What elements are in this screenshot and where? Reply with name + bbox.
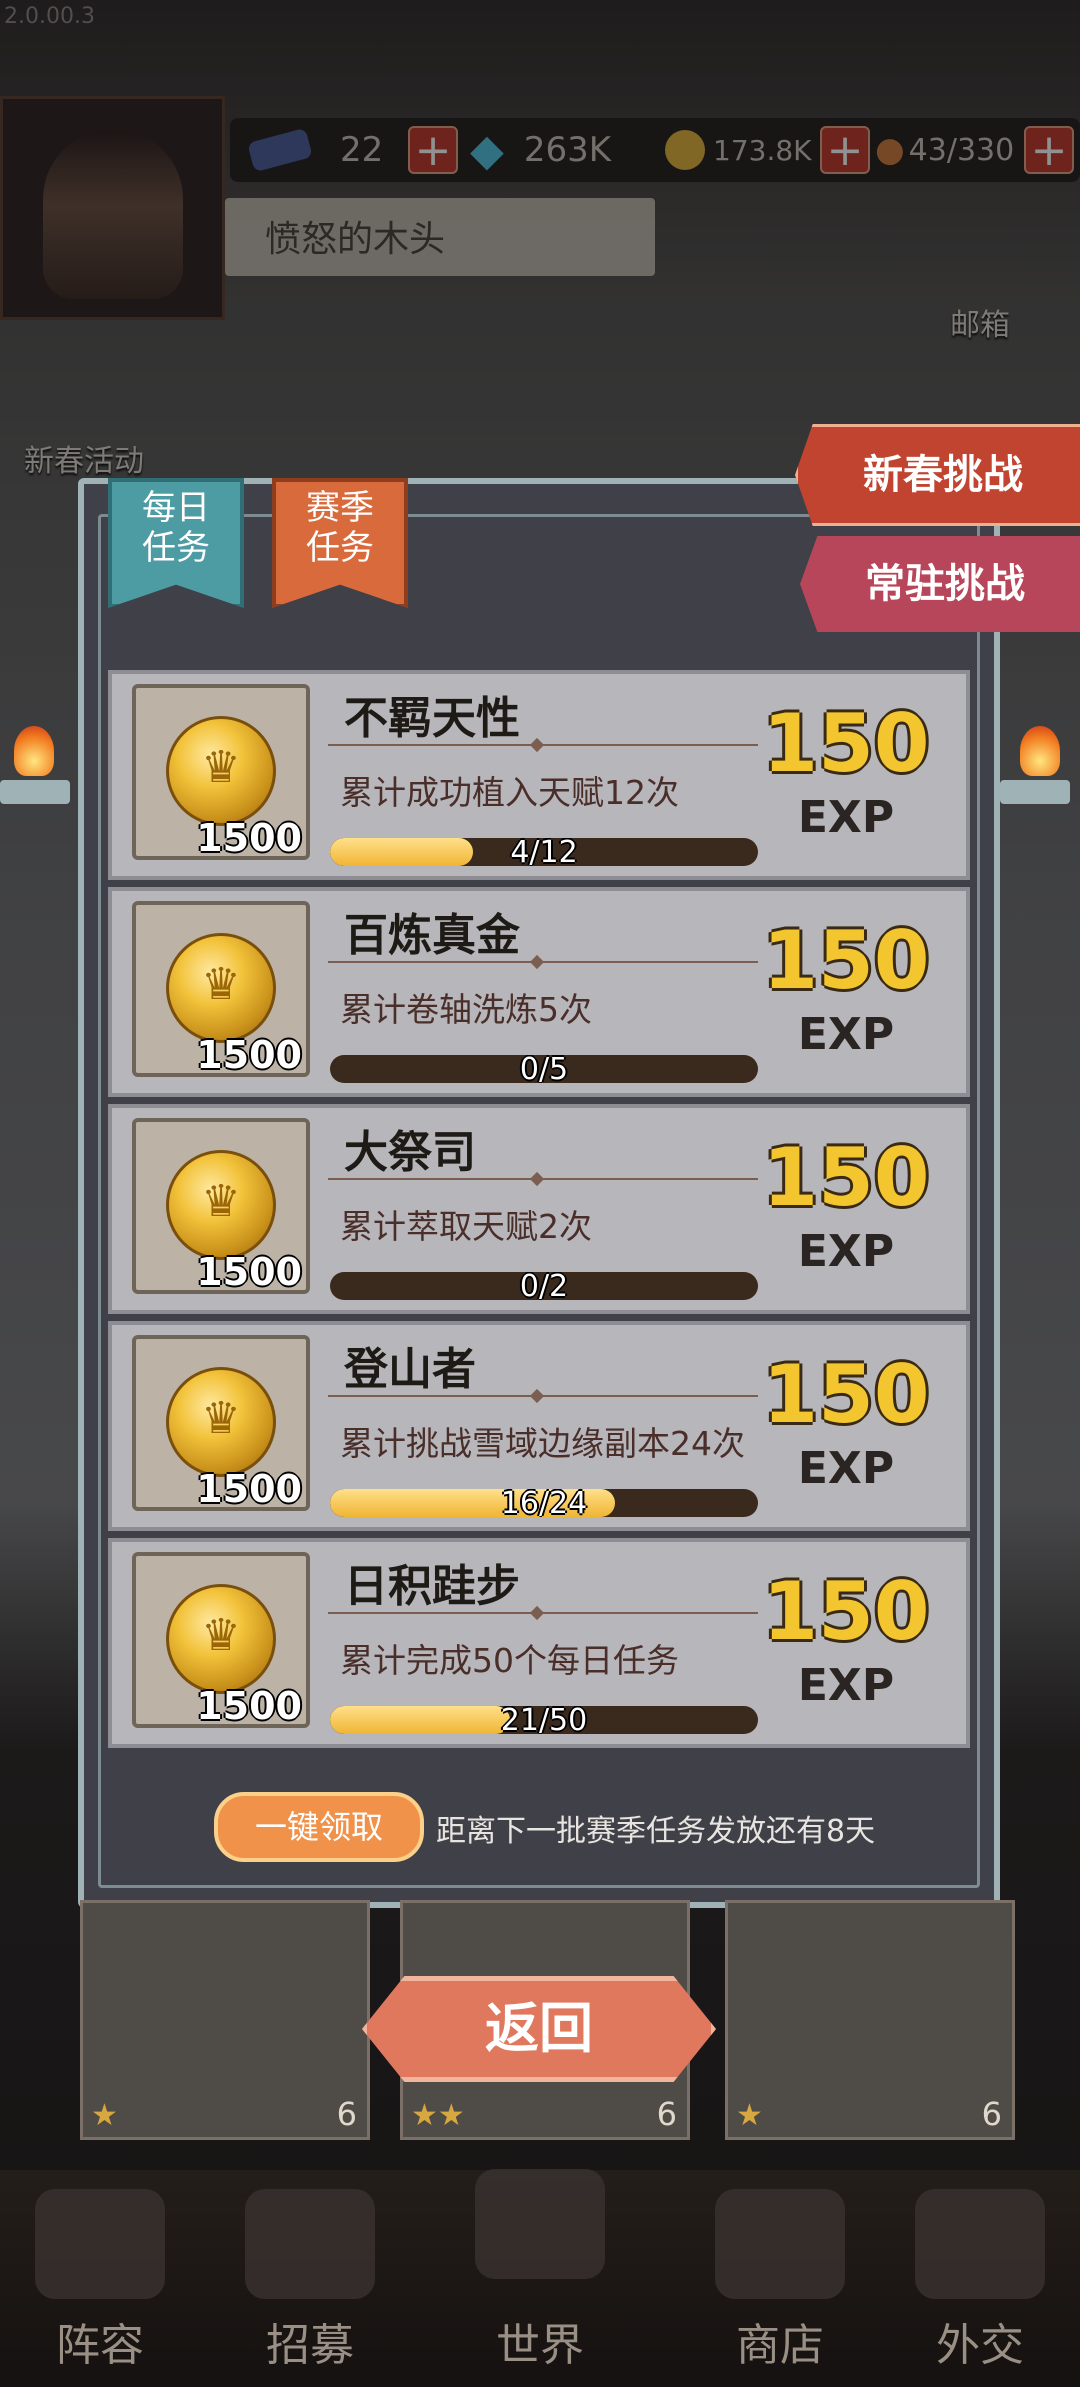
task-title: 大祭司 [344,1127,476,1178]
task-progress-bar: 0/2 [330,1272,758,1300]
permanent-challenge-button[interactable]: 常驻挑战 [800,536,1080,632]
nav-world-label: 世界 [496,2320,584,2371]
task-description: 累计挑战雪域边缘副本24次 [340,1424,745,1463]
exp-label: EXP [797,1660,895,1711]
crown-icon: ♛ [201,1176,241,1227]
star-icon: ★ [736,2098,763,2133]
nav-diplomacy-label: 外交 [936,2320,1024,2371]
task-description: 累计成功植入天赋12次 [340,773,679,812]
exp-label: EXP [797,1009,895,1060]
task-description: 累计完成50个每日任务 [340,1641,679,1680]
task-card: ♛ 1500 大祭司 累计萃取天赋2次 0/2 150 EXP [108,1104,970,1314]
reward-amount: 1500 [196,1033,302,1077]
task-card: ♛ 1500 登山者 累计挑战雪域边缘副本24次 16/24 150 EXP [108,1321,970,1531]
gold-crown-coin-icon: ♛ [166,1584,276,1694]
reward-amount: 1500 [196,1250,302,1294]
exp-amount: 150 [762,1565,930,1658]
exp-amount: 150 [762,1348,930,1441]
exp-amount: 150 [762,1131,930,1224]
progress-text: 4/12 [510,838,578,866]
nav-world[interactable]: 世界 [440,2169,640,2373]
crown-icon: ♛ [201,742,241,793]
task-title: 日积跬步 [344,1561,520,1612]
nav-lineup[interactable]: 阵容 [0,2189,200,2373]
progress-text: 0/2 [519,1272,569,1300]
background-card: ★ 6 [725,1900,1015,2140]
divider-ornament [529,737,545,753]
nav-shop[interactable]: 商店 [680,2189,880,2373]
bottom-nav: 阵容 招募 世界 商店 外交 [0,2169,1080,2387]
right-flame-icon [1020,726,1060,776]
tab-season-label: 赛季 任务 [306,488,374,568]
task-title: 不羁天性 [344,693,520,744]
divider-ornament [529,1171,545,1187]
crates-icon [715,2189,845,2299]
crown-icon: ♛ [201,959,241,1010]
divider-ornament [529,954,545,970]
star-icon: ★ [91,2098,118,2133]
progress-text: 0/5 [519,1055,569,1083]
exp-label: EXP [797,1226,895,1277]
next-batch-note: 距离下一批赛季任务发放还有8天 [436,1814,876,1849]
left-flame-icon [14,726,54,776]
castle-icon [475,2169,605,2279]
exp-label: EXP [797,792,895,843]
exp-amount: 150 [762,914,930,1007]
progress-text: 21/50 [500,1706,588,1734]
task-progress-bar: 21/50 [330,1706,758,1734]
reward-amount: 1500 [196,1467,302,1511]
reward-slot[interactable]: ♛ 1500 [132,901,310,1077]
task-card: ♛ 1500 不羁天性 累计成功植入天赋12次 4/12 150 EXP [108,670,970,880]
card-count: 6 [981,2095,1002,2133]
reward-slot[interactable]: ♛ 1500 [132,1335,310,1511]
reward-slot[interactable]: ♛ 1500 [132,684,310,860]
claim-all-button[interactable]: 一键领取 [214,1792,424,1862]
background-card: ★ 6 [80,1900,370,2140]
task-card: ♛ 1500 百炼真金 累计卷轴洗炼5次 0/5 150 EXP [108,887,970,1097]
new-year-challenge-button[interactable]: 新春挑战 [795,424,1080,526]
gold-crown-coin-icon: ♛ [166,1150,276,1260]
reward-slot[interactable]: ♛ 1500 [132,1118,310,1294]
task-progress-bar: 16/24 [330,1489,758,1517]
bell-icon [245,2189,375,2299]
nav-shop-label: 商店 [736,2320,824,2371]
reward-slot[interactable]: ♛ 1500 [132,1552,310,1728]
gold-crown-coin-icon: ♛ [166,1367,276,1477]
star-icon: ★★ [411,2098,465,2133]
reward-amount: 1500 [196,816,302,860]
task-title: 登山者 [344,1344,476,1395]
task-card: ♛ 1500 日积跬步 累计完成50个每日任务 21/50 150 EXP [108,1538,970,1748]
exp-amount: 150 [762,697,930,790]
task-progress-bar: 4/12 [330,838,758,866]
back-button[interactable]: 返回 [362,1976,716,2082]
exp-label: EXP [797,1443,895,1494]
crown-icon: ♛ [201,1393,241,1444]
divider-ornament [529,1388,545,1404]
gold-crown-coin-icon: ♛ [166,716,276,826]
reward-amount: 1500 [196,1684,302,1728]
crown-icon: ♛ [201,1610,241,1661]
nav-recruit[interactable]: 招募 [210,2189,410,2373]
task-title: 百炼真金 [344,910,520,961]
nav-recruit-label: 招募 [266,2320,354,2371]
divider-ornament [529,1605,545,1621]
task-description: 累计卷轴洗炼5次 [340,990,592,1029]
left-torch-icon [0,780,70,804]
card-count: 6 [656,2095,677,2133]
right-torch-icon [1000,780,1070,804]
nav-diplomacy[interactable]: 外交 [880,2189,1080,2373]
helmet-icon [35,2189,165,2299]
task-description: 累计萃取天赋2次 [340,1207,592,1246]
handshake-icon [915,2189,1045,2299]
progress-text: 16/24 [500,1489,588,1517]
tab-daily-label: 每日 任务 [142,488,210,568]
nav-lineup-label: 阵容 [56,2320,144,2371]
gold-crown-coin-icon: ♛ [166,933,276,1043]
task-progress-bar: 0/5 [330,1055,758,1083]
card-count: 6 [336,2095,357,2133]
